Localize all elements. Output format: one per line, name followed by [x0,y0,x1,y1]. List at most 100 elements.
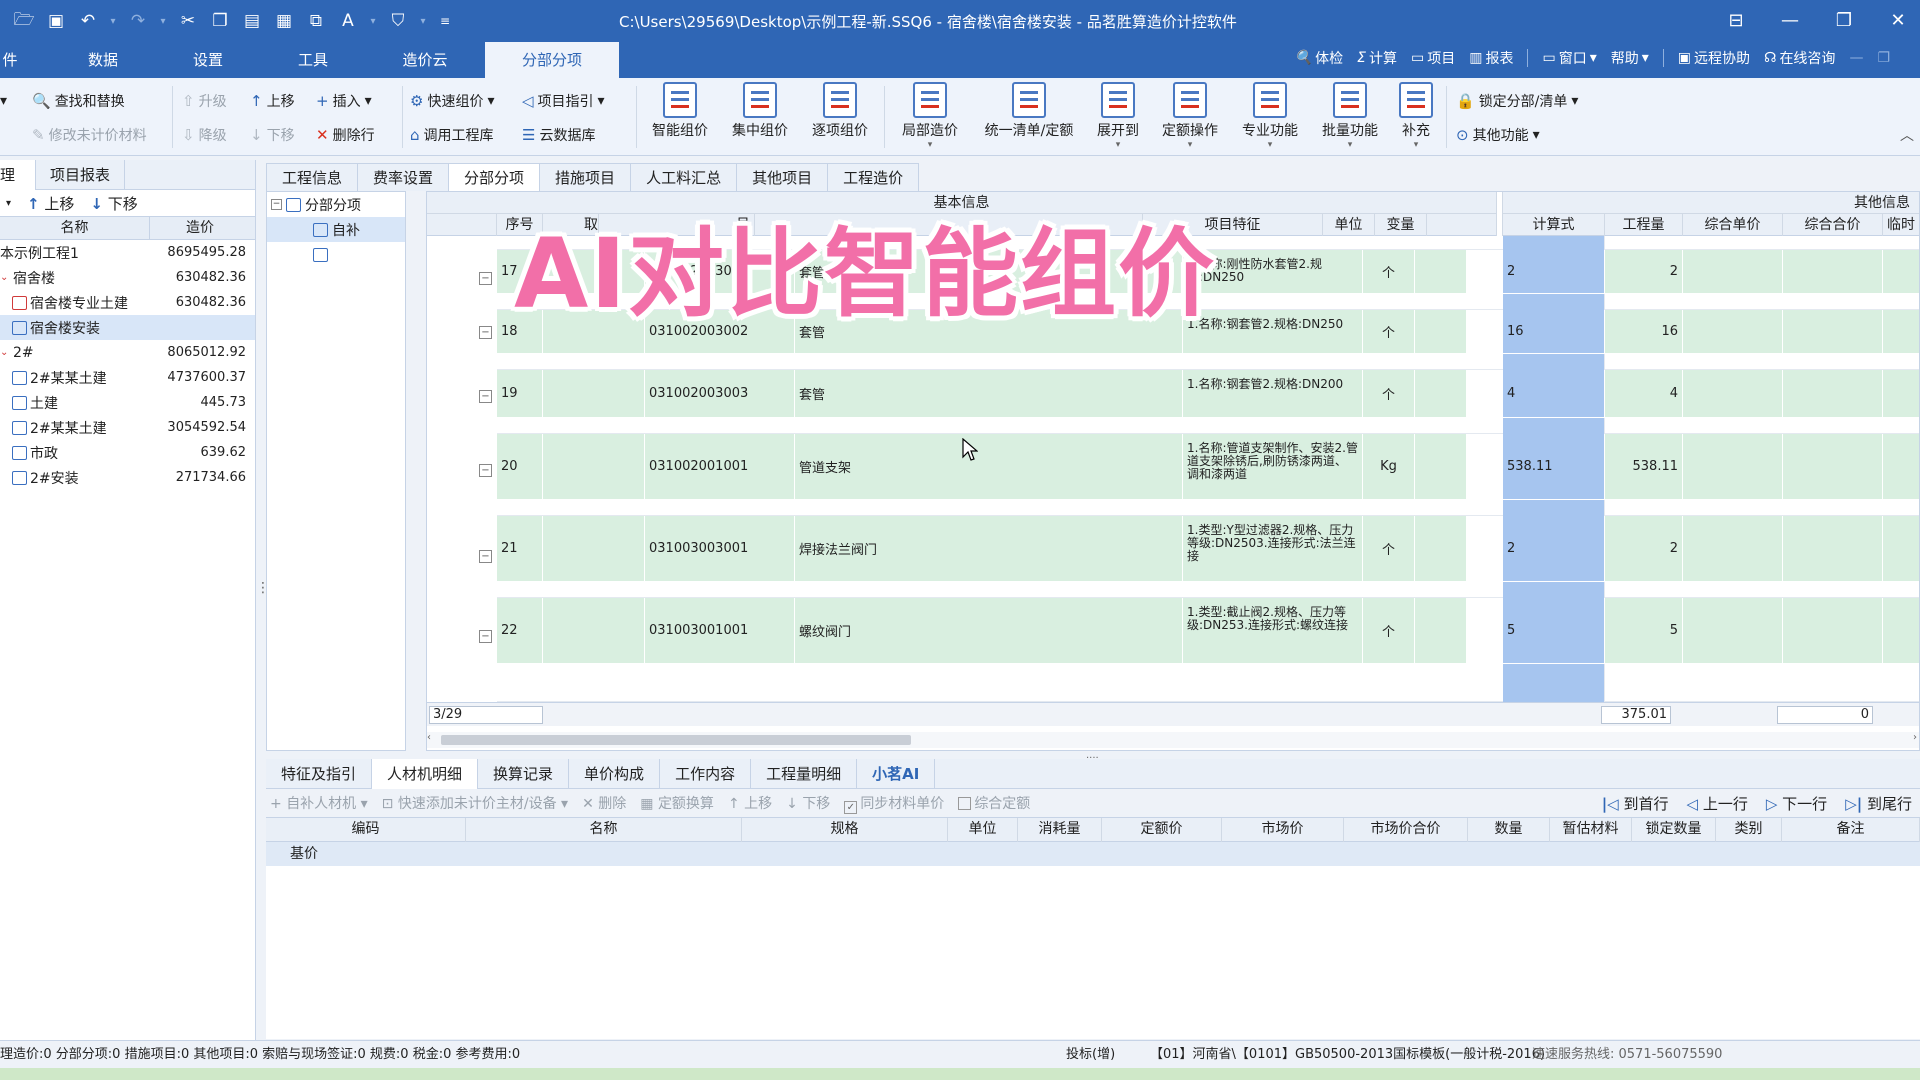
tab-division-items-grid[interactable]: 分部分项 [448,163,541,191]
project-button[interactable]: ▭ 项目 [1411,48,1455,68]
bottom-header-locked[interactable]: 锁定数量 [1632,818,1716,842]
cell-temp[interactable] [1883,598,1919,663]
tree-row[interactable]: 2#某某土建 4737600.37 [0,365,255,390]
prev-row-button[interactable]: ◁ 上一行 [1687,793,1748,814]
report-button[interactable]: ▥ 报表 [1469,48,1513,68]
composite-quota-checkbox[interactable]: 综合定额 [958,793,1030,813]
collapse-icon[interactable]: ⌄ [0,347,10,358]
tree-row[interactable]: ⌄ 宿舍楼 630482.36 [0,265,255,290]
cell-take[interactable] [543,370,645,417]
remote-assist-button[interactable]: ▣ 远程协助 [1678,48,1750,68]
tree-row[interactable]: 市政 639.62 [0,440,255,465]
ribbon-move-down-button[interactable]: ↓ 下移 [250,122,295,148]
header-quantity[interactable]: 工程量 [1605,214,1683,236]
insert-button[interactable]: + 插入 ▾ [316,88,372,114]
bottom-header-consumption[interactable]: 消耗量 [1018,818,1102,842]
cell-total-price[interactable] [1783,310,1883,353]
cell-temp[interactable] [1883,250,1919,293]
scroll-left-icon[interactable]: ‹ [427,732,431,743]
cell-quantity[interactable]: 2 [1605,516,1683,581]
add-self-material-button[interactable]: + 自补人材机 ▾ [270,793,368,813]
tab-labor-material-summary[interactable]: 人工料汇总 [630,163,738,191]
bottom-move-down-button[interactable]: ↓ 下移 [786,793,830,813]
tree-row[interactable]: 土建 445.73 [0,390,255,415]
tab-project-report[interactable]: 项目报表 [36,160,126,190]
professional-function-button[interactable]: 专业功能 ▾ [1236,82,1304,150]
cell-formula[interactable]: 4 [1503,370,1605,417]
bottom-move-up-button[interactable]: ↑ 上移 [728,793,772,813]
scrollbar-thumb[interactable] [441,735,911,745]
cell-formula[interactable]: 2 [1503,250,1605,293]
cell-code[interactable]: 031002001001 [645,434,795,499]
row-collapse-icon[interactable]: − [479,326,492,339]
bottom-header-spec[interactable]: 规格 [742,818,948,842]
scroll-right-icon[interactable]: › [1913,732,1917,743]
cell-code[interactable]: 031003001001 [645,598,795,663]
tree-expand-dropdown[interactable]: ▾ [6,198,11,209]
cell-temp[interactable] [1883,370,1919,417]
ribbon-minimize-icon[interactable]: — [1849,50,1863,66]
redo-dropdown-icon[interactable]: ▾ [156,7,170,35]
header-formula[interactable]: 计算式 [1503,214,1605,236]
tag-dropdown-icon[interactable]: ▾ [416,7,430,35]
bottom-header-quota-price[interactable]: 定额价 [1102,818,1222,842]
bottom-header-market-price[interactable]: 市场价 [1222,818,1344,842]
cell-total-price[interactable] [1783,598,1883,663]
tab-project-cost[interactable]: 工程造价 [827,163,920,191]
ribbon-restore-icon[interactable]: ❐ [1877,50,1890,66]
font-icon[interactable]: A [334,7,362,35]
partial-cost-button[interactable]: 局部造价 ▾ [894,82,966,150]
cell-code[interactable]: 031003003001 [645,516,795,581]
bottom-header-category[interactable]: 类别 [1716,818,1782,842]
tree-row[interactable]: 宿舍楼专业土建 630482.36 [0,290,255,315]
table-row[interactable]: 基价 [266,842,1920,866]
table-row[interactable]: 19 031002003003 套管 1.名称:钢套管2.规格:DN200 个 … [497,370,1919,418]
bottom-header-name[interactable]: 名称 [466,818,742,842]
cell-feature[interactable]: 1.类型:截止阀2.规格、压力等级:DN253.连接形式:螺纹连接 [1183,598,1363,663]
save-icon[interactable]: ▣ [42,7,70,35]
find-replace-button[interactable]: 🔍 查找和替换 [32,88,125,114]
row-collapse-icon[interactable]: − [479,630,492,643]
tree-node-root[interactable]: − 分部分项 [267,192,405,217]
paste-icon[interactable]: ▤ [238,7,266,35]
tab-quantity-detail[interactable]: 工程量明细 [751,759,858,789]
tab-division-items[interactable]: 分部分项 [485,42,619,78]
cell-quantity[interactable]: 538.11 [1605,434,1683,499]
cell-formula[interactable]: 538.11 [1503,434,1605,499]
bottom-header-market-total[interactable]: 市场价合价 [1344,818,1468,842]
tab-project-info[interactable]: 工程信息 [266,163,359,191]
header-unit-price[interactable]: 综合单价 [1683,214,1783,236]
expand-to-button[interactable]: 展开到 ▾ [1090,82,1146,150]
customize-toolbar-icon[interactable]: ≡ [434,7,456,35]
font-dropdown-icon[interactable]: ▾ [366,7,380,35]
call-library-button[interactable]: ⌂ 调用工程库 [410,122,494,148]
cell-quantity[interactable]: 16 [1605,310,1683,353]
batch-function-button[interactable]: 批量功能 ▾ [1316,82,1384,150]
row-collapse-icon[interactable]: − [479,550,492,563]
tab-file[interactable]: 件 [0,42,20,78]
bottom-pane-splitter[interactable]: ···· [266,751,1920,764]
sync-price-checkbox[interactable]: ✓ 同步材料单价 [844,793,944,814]
header-total-price[interactable]: 综合合价 [1783,214,1883,236]
tab-rate-settings[interactable]: 费率设置 [357,163,450,191]
tab-feature-guide[interactable]: 特征及指引 [266,759,373,789]
bottom-header-estimated[interactable]: 暂估材料 [1550,818,1632,842]
smart-price-button[interactable]: 智能组价 [646,82,714,140]
cloud-db-button[interactable]: ☰ 云数据库 [522,122,595,148]
cell-formula[interactable]: 5 [1503,598,1605,663]
table-row[interactable]: 21 031003003001 焊接法兰阀门 1.类型:Y型过滤器2.规格、压力… [497,516,1919,582]
cell-total-price[interactable] [1783,370,1883,417]
tag-icon[interactable]: ⛉ [384,7,412,35]
cell-unit[interactable]: 个 [1363,310,1415,353]
cell-name[interactable]: 管道支架 [795,434,1183,499]
table-row[interactable]: 20 031002001001 管道支架 1.名称:管道支架制作、安装2.管道支… [497,434,1919,500]
cell-name[interactable]: 螺纹阀门 [795,598,1183,663]
cell-unit-price[interactable] [1683,310,1783,353]
tab-xiaoming-ai[interactable]: 小茗AI [857,759,936,789]
header-unit[interactable]: 单位 [1323,214,1375,236]
quick-price-button[interactable]: ⚙ 快速组价 ▾ [410,88,494,114]
minimize-icon[interactable]: — [1778,6,1802,34]
cell-total-price[interactable] [1783,516,1883,581]
quota-conversion-button[interactable]: ▦ 定额换算 [640,793,714,813]
cell-feature[interactable]: 1.名称:钢套管2.规格:DN200 [1183,370,1363,417]
